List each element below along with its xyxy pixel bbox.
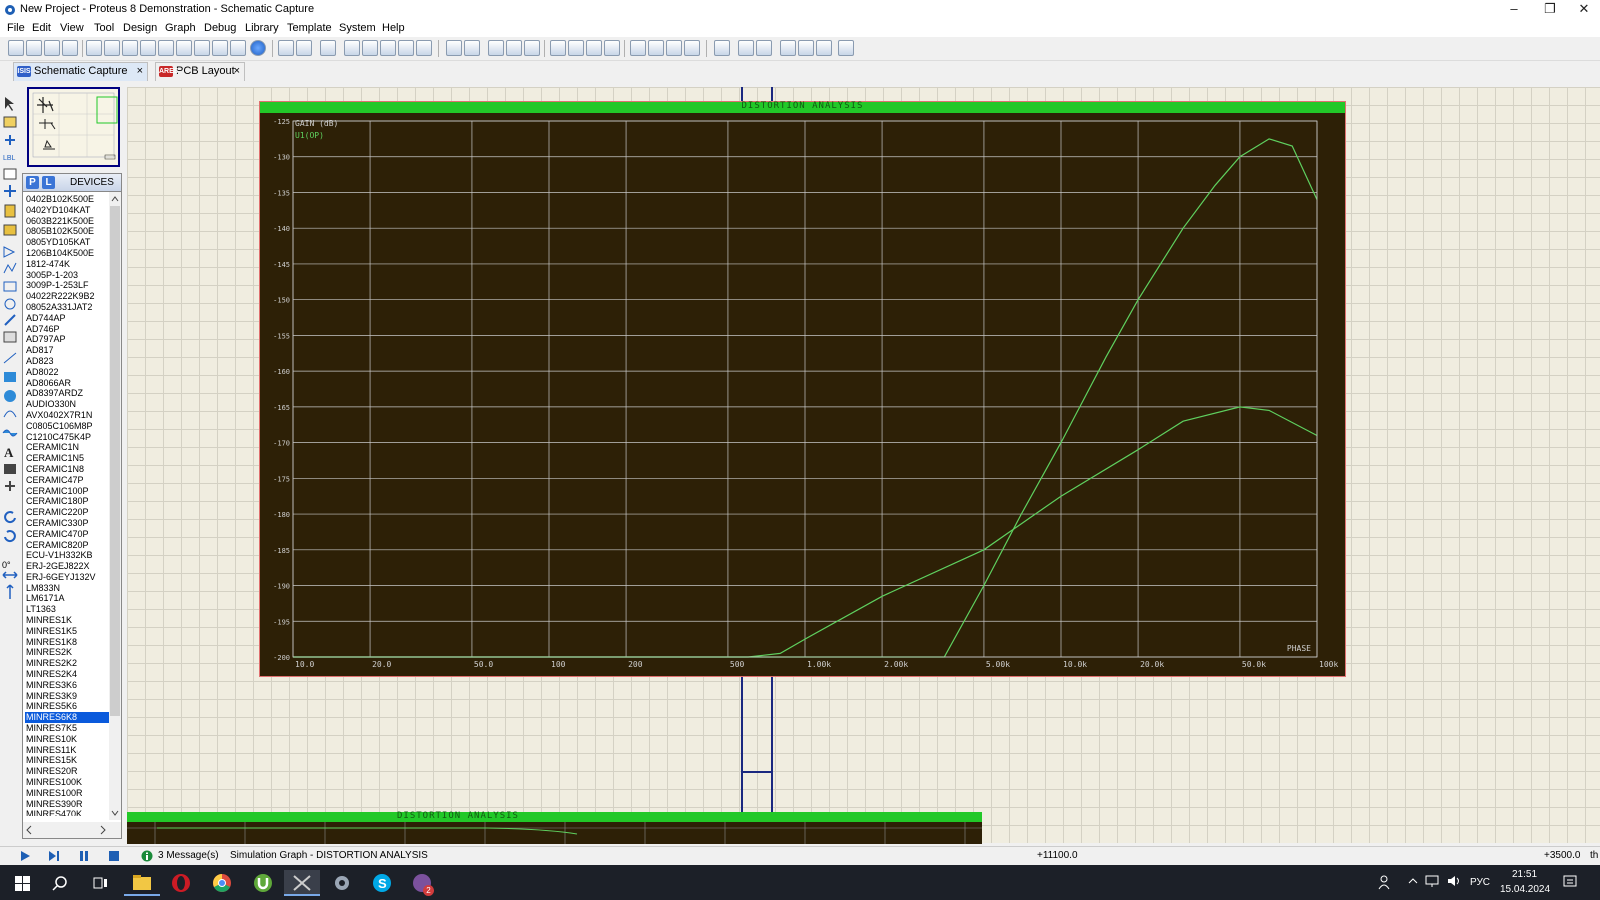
y-tick-label: -175 bbox=[273, 475, 290, 483]
y-tick-label: -150 bbox=[273, 297, 290, 305]
mini-graph-title: DISTORTION ANALYSIS bbox=[397, 811, 519, 821]
x-tick-label: 50.0k bbox=[1242, 660, 1266, 669]
app-gear-icon[interactable] bbox=[324, 870, 360, 896]
y-tick-label: -190 bbox=[273, 583, 290, 591]
viber-icon[interactable] bbox=[404, 870, 440, 896]
x-tick-label: 2.00k bbox=[884, 660, 908, 669]
y-tick-label: -200 bbox=[273, 654, 290, 662]
skype-icon[interactable]: S bbox=[364, 870, 400, 896]
play-icon[interactable] bbox=[18, 850, 32, 862]
people-icon[interactable] bbox=[1377, 874, 1391, 890]
graph-title: DISTORTION ANALYSIS bbox=[741, 101, 864, 111]
y-tick-label: -195 bbox=[273, 618, 290, 626]
info-icon bbox=[141, 850, 153, 862]
distortion-analysis-graph[interactable]: DISTORTION ANALYSIS 10.0 20.0 50.0 100 200 50… bbox=[259, 101, 1346, 677]
y-tick-label: -180 bbox=[273, 511, 290, 519]
y-axis-label: GAIN (dB) bbox=[295, 119, 338, 128]
x-tick-label: 10.0 bbox=[295, 660, 314, 669]
y-tick-label: -130 bbox=[273, 154, 290, 162]
messages-count[interactable]: 3 Message(s) bbox=[158, 850, 219, 861]
mini-graph-plot bbox=[127, 822, 982, 844]
file-explorer-icon[interactable] bbox=[124, 870, 160, 896]
mini-graph-title-bar: DISTORTION ANALYSIS bbox=[127, 811, 982, 822]
y-tick-label: -170 bbox=[273, 440, 290, 448]
simulation-status: Simulation Graph - DISTORTION ANALYSIS bbox=[230, 850, 428, 861]
task-view-icon[interactable] bbox=[82, 870, 118, 896]
y-tick-label: -125 bbox=[273, 118, 290, 126]
y-tick-label: -145 bbox=[273, 261, 290, 269]
x-tick-label: 5.00k bbox=[986, 660, 1010, 669]
language-indicator[interactable]: РУС bbox=[1470, 877, 1490, 888]
clock-date[interactable]: 15.04.2024 bbox=[1500, 884, 1550, 895]
clock-time[interactable]: 21:51 bbox=[1512, 869, 1537, 880]
x-tick-label: 500 bbox=[730, 660, 745, 669]
windows-taskbar: S 2 РУС 21:51 15.04.2024 bbox=[0, 865, 1600, 900]
status-bar: 3 Message(s) Simulation Graph - DISTORTI… bbox=[0, 846, 1600, 865]
mini-trace bbox=[157, 827, 578, 835]
proteus-taskbar-icon[interactable] bbox=[284, 870, 320, 896]
tray-chevron-icon[interactable] bbox=[1407, 875, 1419, 887]
proteus-window: New Project - Proteus 8 Demonstration - … bbox=[0, 0, 1600, 900]
search-icon[interactable] bbox=[42, 870, 78, 896]
mini-grid bbox=[127, 822, 982, 844]
x-tick-label: 100 bbox=[551, 660, 566, 669]
x-tick-label: 10.0k bbox=[1063, 660, 1087, 669]
y-tick-label: -135 bbox=[273, 189, 290, 197]
y-tick-label: -155 bbox=[273, 332, 290, 340]
coord-y: +3500.0 bbox=[1544, 850, 1581, 861]
stop-icon[interactable] bbox=[107, 850, 121, 862]
mini-distortion-graph[interactable]: DISTORTION ANALYSIS bbox=[127, 811, 982, 844]
x-tick-label: 20.0 bbox=[372, 660, 391, 669]
step-icon[interactable] bbox=[47, 850, 61, 862]
coord-units: th bbox=[1590, 850, 1599, 861]
pause-icon[interactable] bbox=[77, 850, 91, 862]
svg-text:S: S bbox=[378, 876, 387, 891]
y-tick-label: -165 bbox=[273, 404, 290, 412]
volume-icon[interactable] bbox=[1446, 874, 1462, 888]
viber-badge: 2 bbox=[423, 885, 434, 896]
x-tick-label: 1.00k bbox=[807, 660, 831, 669]
chrome-icon[interactable] bbox=[204, 870, 240, 896]
phase-label: PHASE bbox=[1287, 644, 1311, 653]
coord-x: +11100.0 bbox=[1037, 850, 1078, 861]
network-icon[interactable] bbox=[1424, 874, 1440, 888]
x-tick-label: 100k bbox=[1319, 660, 1338, 669]
x-tick-label: 20.0k bbox=[1140, 660, 1164, 669]
y-tick-label: -140 bbox=[273, 225, 290, 233]
notifications-icon[interactable] bbox=[1562, 874, 1578, 890]
utorrent-icon[interactable] bbox=[245, 870, 281, 896]
opera-icon[interactable] bbox=[163, 870, 199, 896]
graph-plot: 10.0 20.0 50.0 100 200 500 1.00k 2.00k 5.00k 10.0… bbox=[273, 118, 1338, 669]
x-tick-label: 200 bbox=[628, 660, 643, 669]
graph-title-bar: DISTORTION ANALYSIS bbox=[260, 101, 1345, 113]
y-tick-label: -185 bbox=[273, 547, 290, 555]
trace-label: U1(OP) bbox=[295, 131, 324, 140]
windows-start-icon[interactable] bbox=[4, 870, 40, 896]
x-tick-label: 50.0 bbox=[474, 660, 493, 669]
y-tick-label: -160 bbox=[273, 368, 290, 376]
